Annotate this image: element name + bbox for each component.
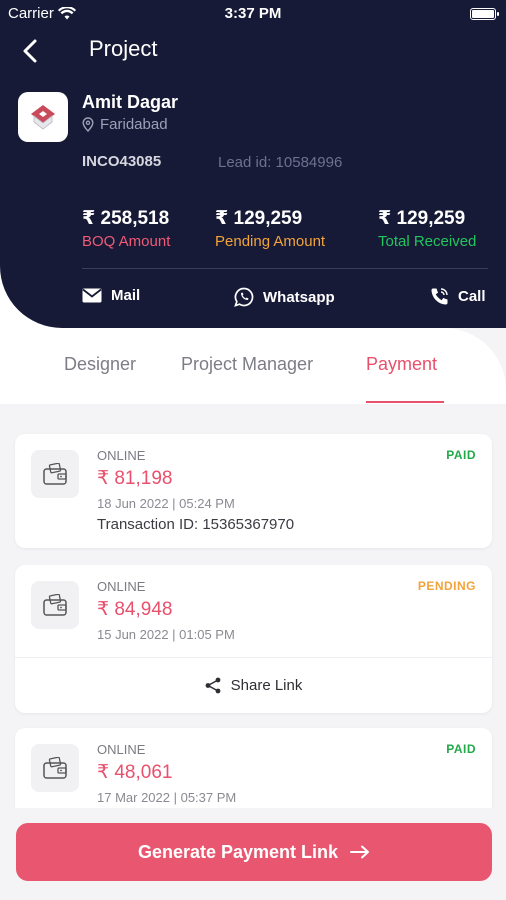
- payment-amount: ₹ 48,061: [97, 762, 173, 783]
- boq-amount: ₹ 258,518 BOQ Amount: [82, 207, 170, 250]
- boq-amount-value: ₹ 258,518: [82, 208, 170, 229]
- tab-project-manager[interactable]: Project Manager: [181, 354, 313, 375]
- project-code: INCO43085: [82, 153, 162, 170]
- wallet-icon: [43, 757, 67, 779]
- call-button[interactable]: Call: [430, 287, 486, 306]
- pending-amount-label: Pending Amount: [215, 233, 326, 250]
- payment-date: 15 Jun 2022 | 01:05 PM: [97, 627, 235, 642]
- payment-mode: ONLINE: [97, 579, 146, 594]
- wallet-icon: [43, 463, 67, 485]
- payment-amount: ₹ 84,948: [97, 599, 173, 620]
- client-name: Amit Dagar: [82, 92, 179, 112]
- phone-icon: [431, 288, 448, 305]
- boq-amount-label: BOQ Amount: [82, 233, 171, 250]
- payment-card[interactable]: ONLINE ₹ 81,198 18 Jun 2022 | 05:24 PM T…: [15, 434, 492, 548]
- lead-id: Lead id: 10584996: [218, 154, 343, 171]
- header-divider: [82, 268, 488, 269]
- back-arrow-icon[interactable]: [16, 36, 46, 66]
- payment-card[interactable]: ONLINE ₹ 84,948 15 Jun 2022 | 01:05 PM P…: [15, 565, 492, 713]
- battery-icon: [470, 8, 499, 20]
- share-icon: [205, 677, 221, 694]
- clock: 3:37 PM: [224, 5, 282, 22]
- wallet-icon: [43, 594, 67, 616]
- payment-icon-box: [31, 450, 79, 498]
- payment-mode: ONLINE: [97, 448, 146, 463]
- total-received-value: ₹ 129,259: [378, 208, 466, 229]
- payment-date: 17 Mar 2022 | 05:37 PM: [97, 790, 237, 805]
- payment-icon-box: [31, 581, 79, 629]
- whatsapp-button[interactable]: Whatsapp: [234, 287, 335, 307]
- tab-designer[interactable]: Designer: [64, 354, 136, 375]
- mail-label: Mail: [111, 287, 141, 304]
- location-pin-icon: [82, 117, 94, 132]
- location-text: Faridabad: [100, 116, 168, 133]
- total-received-label: Total Received: [378, 233, 477, 250]
- payment-mode: ONLINE: [97, 742, 146, 757]
- call-label: Call: [458, 288, 486, 305]
- payment-date: 18 Jun 2022 | 05:24 PM: [97, 496, 235, 511]
- client-location: Faridabad: [82, 116, 168, 133]
- whatsapp-icon: [234, 287, 254, 307]
- payment-status-badge: PENDING: [417, 579, 476, 593]
- page-title: Project: [89, 36, 158, 61]
- payment-icon-box: [31, 744, 79, 792]
- share-link-button[interactable]: Share Link: [15, 657, 492, 713]
- mail-icon: [82, 288, 102, 303]
- pending-amount: ₹ 129,259 Pending Amount: [215, 207, 325, 250]
- share-link-label: Share Link: [230, 677, 303, 694]
- payment-status-badge: PAID: [446, 448, 476, 462]
- generate-payment-link-button[interactable]: Generate Payment Link: [16, 823, 492, 881]
- arrow-right-icon: [350, 845, 370, 859]
- tab-payment[interactable]: Payment: [366, 354, 437, 375]
- house-logo-icon: [31, 105, 55, 130]
- whatsapp-label: Whatsapp: [263, 288, 335, 306]
- payment-status-badge: PAID: [446, 742, 476, 756]
- project-avatar: [18, 92, 68, 142]
- pending-amount-value: ₹ 129,259: [215, 208, 303, 229]
- status-bar: Carrier 3:37 PM: [0, 0, 506, 30]
- transaction-id: Transaction ID: 15365367970: [97, 516, 295, 533]
- active-tab-indicator: [366, 401, 444, 403]
- payment-amount: ₹ 81,198: [97, 468, 173, 489]
- mail-button[interactable]: Mail: [82, 287, 140, 304]
- project-header: Project Amit Dagar Faridabad INCO43085 L…: [0, 0, 506, 328]
- total-received: ₹ 129,259 Total Received: [378, 207, 476, 250]
- generate-payment-link-label: Generate Payment Link: [137, 841, 339, 862]
